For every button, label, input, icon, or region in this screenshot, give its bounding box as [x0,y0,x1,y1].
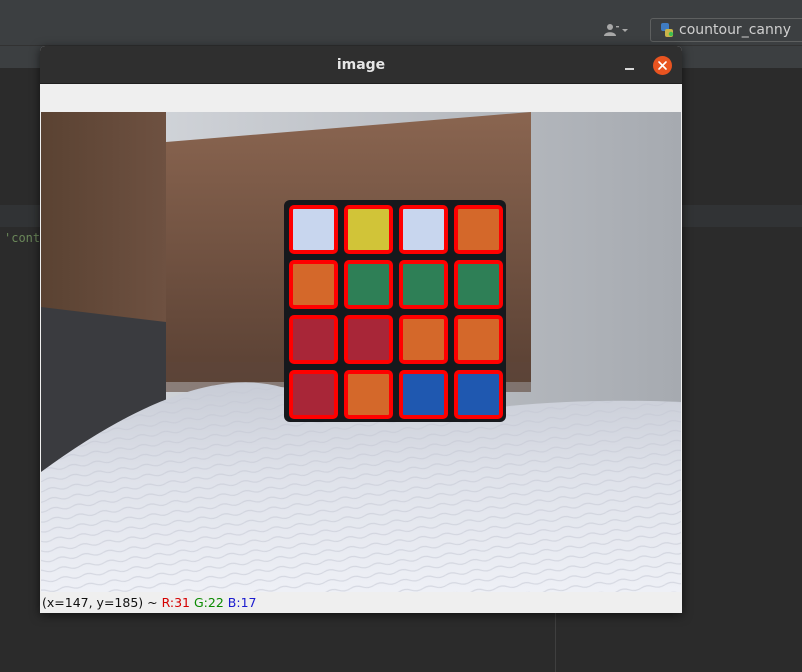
run-config-selector[interactable]: countour_canny [650,18,802,42]
cube-facelet-orange [454,205,503,254]
status-bar: (x=147, y=185) ~ R:31 G:22 B:17 [40,592,682,613]
cube-facelet-orange [399,315,448,364]
cube-facelet-orange [454,315,503,364]
cube-facelet-red [344,315,393,364]
cube-facelet-white [289,205,338,254]
editor-divider [555,612,556,672]
cube-facelet-red [289,315,338,364]
minimize-button[interactable] [622,57,638,73]
close-button[interactable] [653,56,672,75]
chevron-down-icon [622,29,628,32]
close-icon [658,61,667,70]
rubiks-cube-photo [41,112,681,592]
code-snippet[interactable]: 'cont [4,231,40,245]
python-icon [661,23,674,37]
cube-facelet-yellow [344,205,393,254]
window-titlebar[interactable]: image [40,46,682,84]
cube-facelet-blue [454,370,503,419]
image-canvas[interactable] [41,112,681,592]
user-icon [604,24,619,36]
cube-facelet-green [399,260,448,309]
window-toolbar [40,84,682,112]
pixel-r-value: R:31 [161,595,191,610]
cube-facelet-orange [344,370,393,419]
cursor-coords: (x=147, y=185) ~ [42,595,162,610]
cube-facelet-green [454,260,503,309]
cube-facelet-green [344,260,393,309]
cube-facelet-orange [289,260,338,309]
pixel-b-value: B:17 [227,595,257,610]
cube-facelet-blue [399,370,448,419]
run-config-label: countour_canny [679,22,791,38]
cube-facelet-red [289,370,338,419]
user-menu-button[interactable] [604,20,630,40]
pixel-g-value: G:22 [194,595,224,610]
image-window[interactable]: image (x=147, y=185) ~ R:31 G:22 B:17 [40,46,682,613]
window-title: image [336,57,386,73]
cube-facelet-white [399,205,448,254]
